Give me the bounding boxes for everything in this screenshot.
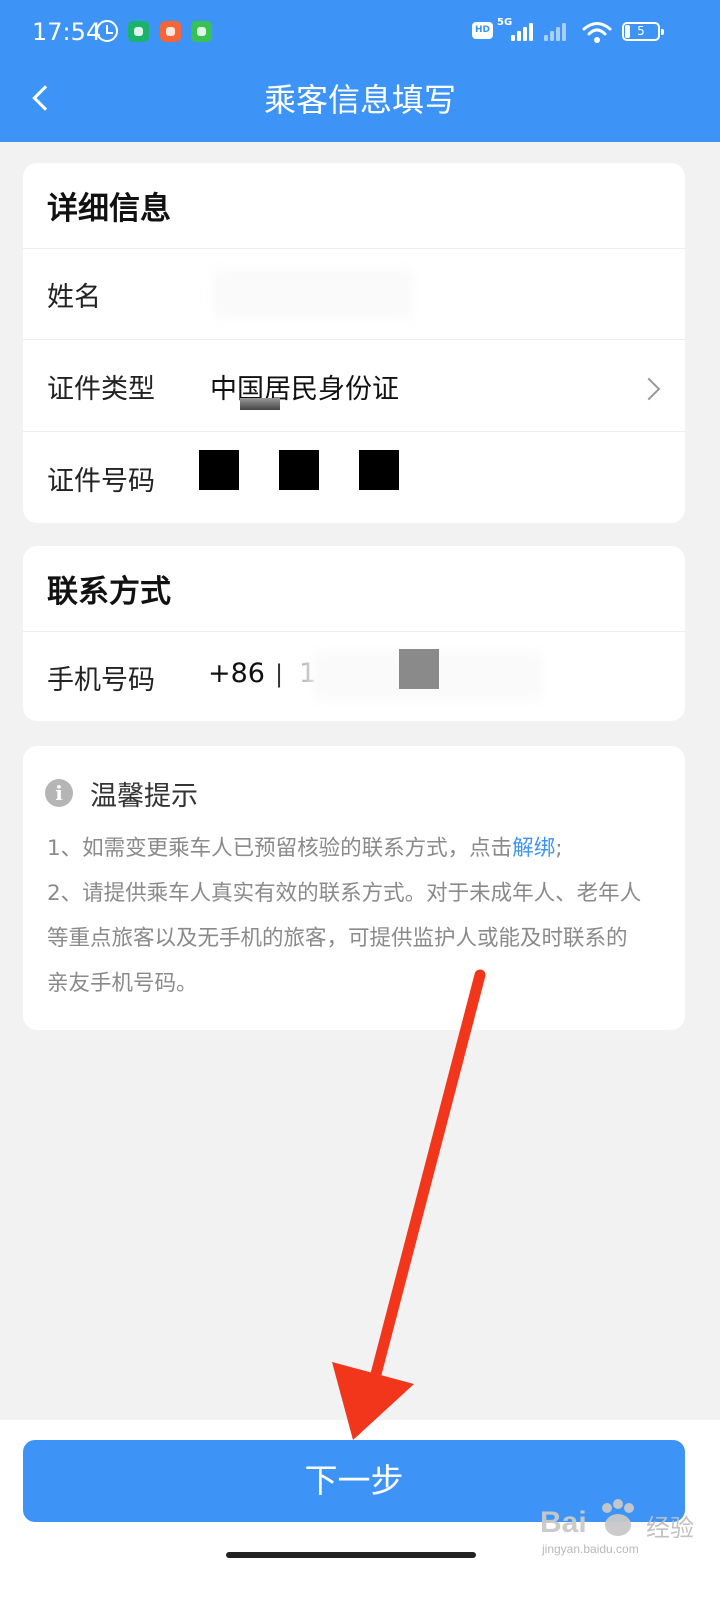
details-card: 详细信息 姓名 证件类型 中国居民身份证 证件号码: [23, 163, 685, 523]
signal-sim2-icon: [544, 17, 574, 43]
nav-bar: 乘客信息填写: [0, 64, 720, 142]
redaction-block: [199, 450, 239, 490]
tips-line-1-text: 1、如需变更乘车人已预留核验的联系方式，点击: [47, 836, 513, 861]
baidu-watermark: Bai 经验 jingyan.baidu.com: [540, 1498, 700, 1558]
id-type-value: 中国居民身份证: [210, 374, 399, 405]
page-title: 乘客信息填写: [263, 81, 456, 119]
paw-logo-icon: [602, 1499, 634, 1536]
tips-line-3: 等重点旅客以及无手机的旅客，可提供监护人或能及时联系的: [47, 926, 628, 951]
tips-card: i 温馨提示 1、如需变更乘车人已预留核验的联系方式，点击解绑; 2、请提供乘车…: [23, 746, 685, 1030]
contact-card-title: 联系方式: [47, 574, 171, 610]
divider: [23, 248, 685, 249]
network-type-label: 5G: [497, 17, 513, 28]
name-label: 姓名: [47, 282, 101, 313]
watermark-text: 经验: [646, 1514, 694, 1542]
watermark-url: jingyan.baidu.com: [542, 1542, 639, 1556]
redaction-block: [279, 450, 319, 490]
details-card-title: 详细信息: [47, 191, 171, 227]
country-code: +86: [208, 658, 265, 689]
tips-line-4: 亲友手机号码。: [47, 971, 198, 996]
tips-line-1: 1、如需变更乘车人已预留核验的联系方式，点击解绑;: [47, 834, 672, 864]
tips-line-1-end: ;: [555, 836, 563, 861]
battery-icon: 5: [622, 22, 664, 41]
divider: [23, 339, 685, 340]
id-type-selector[interactable]: 中国居民身份证: [203, 347, 685, 431]
id-type-label: 证件类型: [47, 374, 155, 405]
contact-card: 联系方式 手机号码 +86 | 1: [23, 546, 685, 721]
wifi-icon: [582, 22, 612, 43]
redaction-mark: [240, 398, 280, 410]
unbind-link[interactable]: 解绑: [512, 836, 555, 861]
tips-line-2: 2、请提供乘车人真实有效的联系方式。对于未成年人、老年人: [47, 881, 642, 906]
divider: [23, 631, 685, 632]
shield-app-icon: [128, 21, 149, 42]
phone-label: 手机号码: [47, 665, 155, 696]
chevron-right-icon: [637, 377, 661, 401]
home-indicator[interactable]: [226, 1552, 476, 1558]
info-icon: i: [45, 779, 73, 807]
hd-icon: HD: [472, 22, 493, 39]
status-time: 17:54: [32, 18, 102, 46]
android-app-icon: [191, 21, 212, 42]
divider: [23, 431, 685, 432]
separator: |: [275, 660, 284, 688]
shopping-bag-app-icon: [160, 21, 181, 42]
redaction-block: [359, 450, 399, 490]
name-field[interactable]: [203, 259, 663, 331]
id-number-field[interactable]: [193, 439, 663, 519]
status-bar: 17:54 HD 5G 5: [0, 0, 720, 64]
phone-input[interactable]: 1: [293, 642, 673, 712]
signal-5g-icon: 5G: [497, 17, 539, 43]
country-code-selector[interactable]: +86 |: [203, 646, 293, 706]
alarm-icon: [96, 20, 118, 42]
watermark-logo: Bai: [540, 1506, 587, 1539]
tips-title: 温馨提示: [90, 781, 198, 812]
redaction-block: [399, 649, 439, 689]
id-number-label: 证件号码: [47, 466, 155, 497]
